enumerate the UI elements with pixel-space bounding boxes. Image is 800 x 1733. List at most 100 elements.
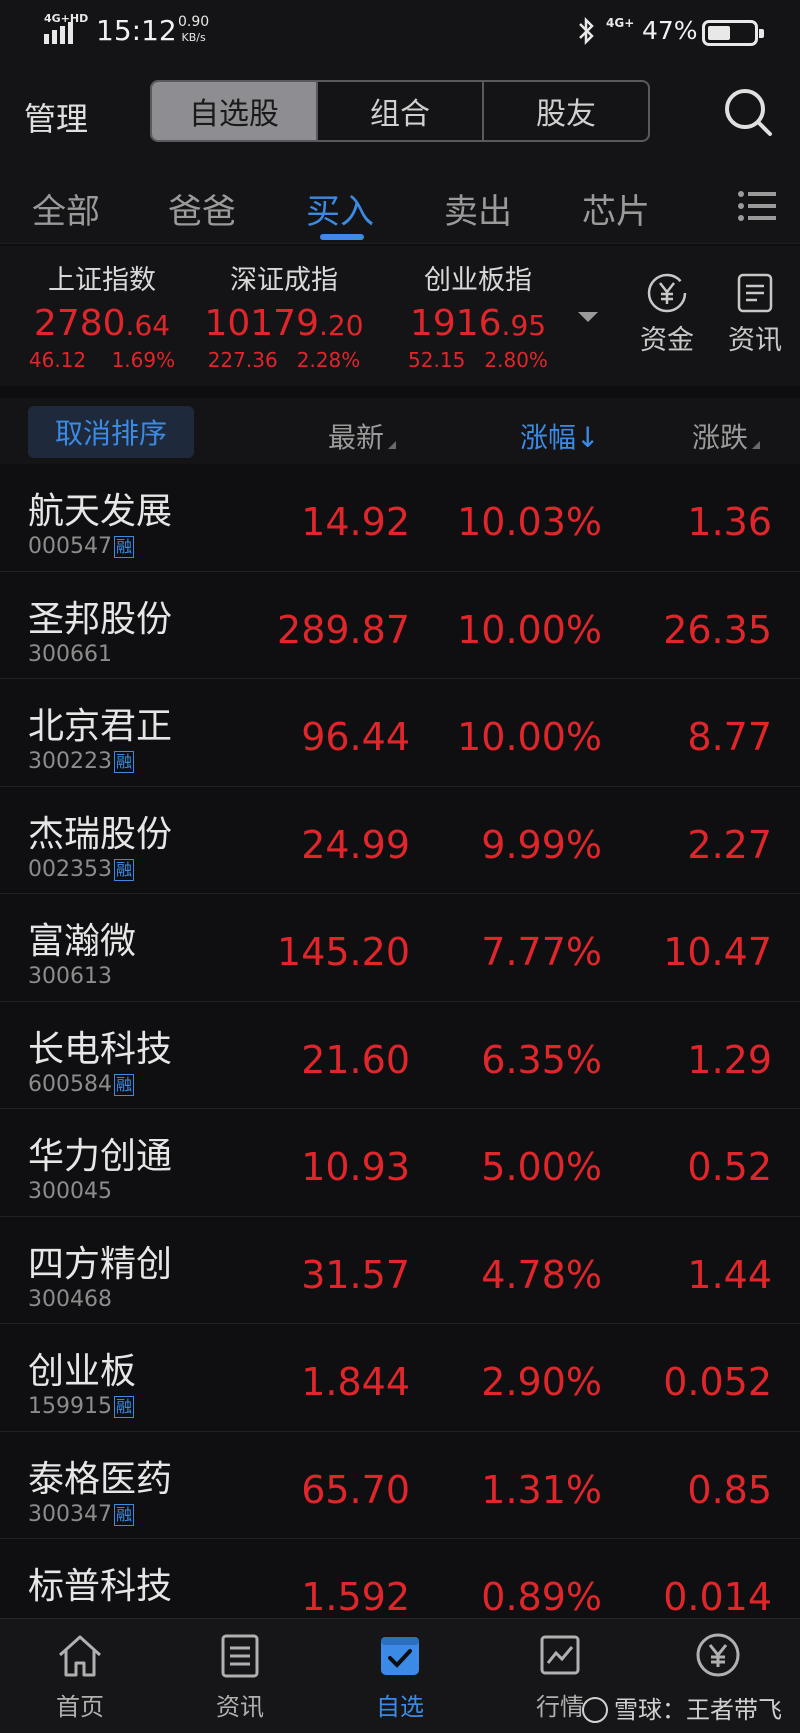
header: 管理 自选股 组合 股友 xyxy=(0,64,800,164)
tab-sell[interactable]: 卖出 xyxy=(444,184,512,233)
manage-button[interactable]: 管理 xyxy=(24,94,88,140)
sort-change-pct[interactable]: 涨幅↓ xyxy=(520,416,599,456)
cancel-sort-button[interactable]: 取消排序 xyxy=(28,406,194,458)
index-chinext[interactable]: 创业板指 1916.95 52.15 2.80% xyxy=(394,258,562,372)
nav-trade[interactable] xyxy=(668,1633,768,1687)
mobile-data-icon: 4G+ xyxy=(606,16,635,30)
stock-name: 北京君正 xyxy=(28,706,173,747)
stock-code: 000547 融 xyxy=(28,534,134,559)
stock-row[interactable]: 长电科技 600584 融 21.60 6.35% 1.29 xyxy=(0,1001,800,1109)
index-shanghai[interactable]: 上证指数 2780.64 46.12 1.69% xyxy=(22,258,182,372)
stock-price: 289.87 xyxy=(277,607,410,652)
margin-badge: 融 xyxy=(113,858,134,881)
margin-badge: 融 xyxy=(113,1396,134,1418)
expand-indices-icon[interactable] xyxy=(578,312,598,322)
market-indices: 上证指数 2780.64 46.12 1.69% 深证成指 10179.20 2… xyxy=(0,246,800,386)
stock-row[interactable]: 航天发展 000547 融 14.92 10.03% 1.36 xyxy=(0,464,800,572)
sort-header: 取消排序 最新 涨幅↓ 涨跌 xyxy=(0,398,800,464)
search-icon[interactable] xyxy=(722,86,774,138)
stock-name: 航天发展 xyxy=(28,491,173,532)
nav-watchlist[interactable]: 自选 xyxy=(350,1633,450,1722)
stock-price: 65.70 xyxy=(301,1467,410,1512)
stock-code: 002353 融 xyxy=(28,856,134,882)
stock-change-pct: 10.00% xyxy=(457,607,602,652)
stock-change: 10.47 xyxy=(663,930,772,974)
stock-change: 0.014 xyxy=(663,1575,772,1619)
tab-buy[interactable]: 买入 xyxy=(306,184,374,233)
active-tab-indicator xyxy=(320,234,364,240)
stock-code: 300045 xyxy=(28,1179,112,1204)
index-shenzhen[interactable]: 深证成指 10179.20 227.36 2.28% xyxy=(198,258,370,372)
yuan-circle-icon xyxy=(696,1633,740,1677)
battery-percent: 47% xyxy=(642,16,698,45)
status-bar: 4G+HD 15:12 0.90 KB/s 4G+ 47% xyxy=(0,0,800,64)
stock-row[interactable]: 华力创通 300045 10.93 5.00% 0.52 xyxy=(0,1109,800,1217)
stock-change-pct: 5.00% xyxy=(481,1145,602,1189)
sort-latest[interactable]: 最新 xyxy=(328,416,397,456)
segment-friends[interactable]: 股友 xyxy=(484,82,648,140)
stock-code: 300468 xyxy=(28,1286,112,1312)
segment-watchlist[interactable]: 自选股 xyxy=(152,82,318,140)
stock-name: 富瀚微 xyxy=(28,921,137,962)
clock: 15:12 xyxy=(96,14,177,47)
yuan-icon xyxy=(647,273,687,313)
network-type: 4G+HD xyxy=(44,12,89,25)
stock-name: 圣邦股份 xyxy=(28,598,173,640)
stock-code: 600584 融 xyxy=(28,1071,134,1097)
watchlist-icon xyxy=(381,1637,419,1675)
news-button[interactable]: 资讯 xyxy=(720,272,790,357)
battery-icon xyxy=(702,20,764,46)
stock-row[interactable]: 创业板 159915 融 1.844 2.90% 0.052 xyxy=(0,1324,800,1432)
nav-news[interactable]: 资讯 xyxy=(190,1633,290,1722)
funds-button[interactable]: 资金 xyxy=(632,272,702,357)
stock-change-pct: 4.78% xyxy=(481,1252,602,1297)
menu-icon[interactable] xyxy=(738,190,776,222)
stock-price: 14.92 xyxy=(301,500,410,544)
stock-name: 长电科技 xyxy=(28,1028,173,1070)
stock-change-pct: 1.31% xyxy=(481,1467,602,1512)
stock-row[interactable]: 泰格医药 300347 融 65.70 1.31% 0.85 xyxy=(0,1431,800,1539)
stock-price: 10.93 xyxy=(301,1145,410,1189)
stock-change-pct: 10.00% xyxy=(457,715,602,759)
tab-dad[interactable]: 爸爸 xyxy=(168,184,236,233)
stock-change: 2.27 xyxy=(687,822,772,867)
sort-down-arrow-icon: ↓ xyxy=(576,421,600,454)
stock-price: 24.99 xyxy=(301,822,410,867)
margin-badge: 融 xyxy=(113,751,134,773)
stock-change-pct: 10.03% xyxy=(457,500,602,544)
stock-name: 杰瑞股份 xyxy=(28,813,173,855)
stock-price: 31.57 xyxy=(301,1252,410,1297)
nav-home[interactable]: 首页 xyxy=(30,1633,130,1722)
stock-name: 标普科技 xyxy=(28,1566,173,1607)
stock-change: 0.85 xyxy=(687,1467,772,1512)
stock-change: 1.29 xyxy=(687,1037,772,1082)
index-value: 10179.20 xyxy=(204,303,364,344)
stock-price: 96.44 xyxy=(301,715,410,759)
stock-code: 300223 融 xyxy=(28,749,134,774)
watermark: 雪球：王者带飞 xyxy=(582,1690,782,1725)
tab-all[interactable]: 全部 xyxy=(32,184,100,233)
index-change: 227.36 2.28% xyxy=(207,348,361,372)
index-name: 创业板指 xyxy=(424,265,532,296)
stock-row[interactable]: 北京君正 300223 融 96.44 10.00% 8.77 xyxy=(0,679,800,787)
stock-row[interactable]: 圣邦股份 300661 289.87 10.00% 26.35 xyxy=(0,571,800,679)
sort-change[interactable]: 涨跌 xyxy=(692,416,761,456)
stock-change-pct: 6.35% xyxy=(481,1037,602,1082)
tab-chips[interactable]: 芯片 xyxy=(582,184,650,233)
stock-change: 1.36 xyxy=(687,500,772,544)
stock-name: 四方精创 xyxy=(28,1243,173,1285)
margin-badge: 融 xyxy=(113,1073,134,1096)
stock-row[interactable]: 富瀚微 300613 145.20 7.77% 10.47 xyxy=(0,894,800,1002)
stock-price: 1.844 xyxy=(301,1360,410,1404)
margin-badge: 融 xyxy=(113,1503,134,1526)
stock-code: 300661 xyxy=(28,641,112,667)
stock-change-pct: 7.77% xyxy=(481,930,602,974)
stock-price: 145.20 xyxy=(277,930,410,974)
network-speed: 0.90 KB/s xyxy=(178,14,210,45)
stock-row[interactable]: 四方精创 300468 31.57 4.78% 1.44 xyxy=(0,1216,800,1324)
segment-control: 自选股 组合 股友 xyxy=(150,80,650,142)
stock-row[interactable]: 杰瑞股份 002353 融 24.99 9.99% 2.27 xyxy=(0,786,800,894)
group-tabs: 全部 爸爸 买入 卖出 芯片 xyxy=(0,164,800,244)
stock-list: 航天发展 000547 融 14.92 10.03% 1.36 圣邦股份 300661 289.… xyxy=(0,464,800,1647)
segment-portfolio[interactable]: 组合 xyxy=(318,82,484,140)
